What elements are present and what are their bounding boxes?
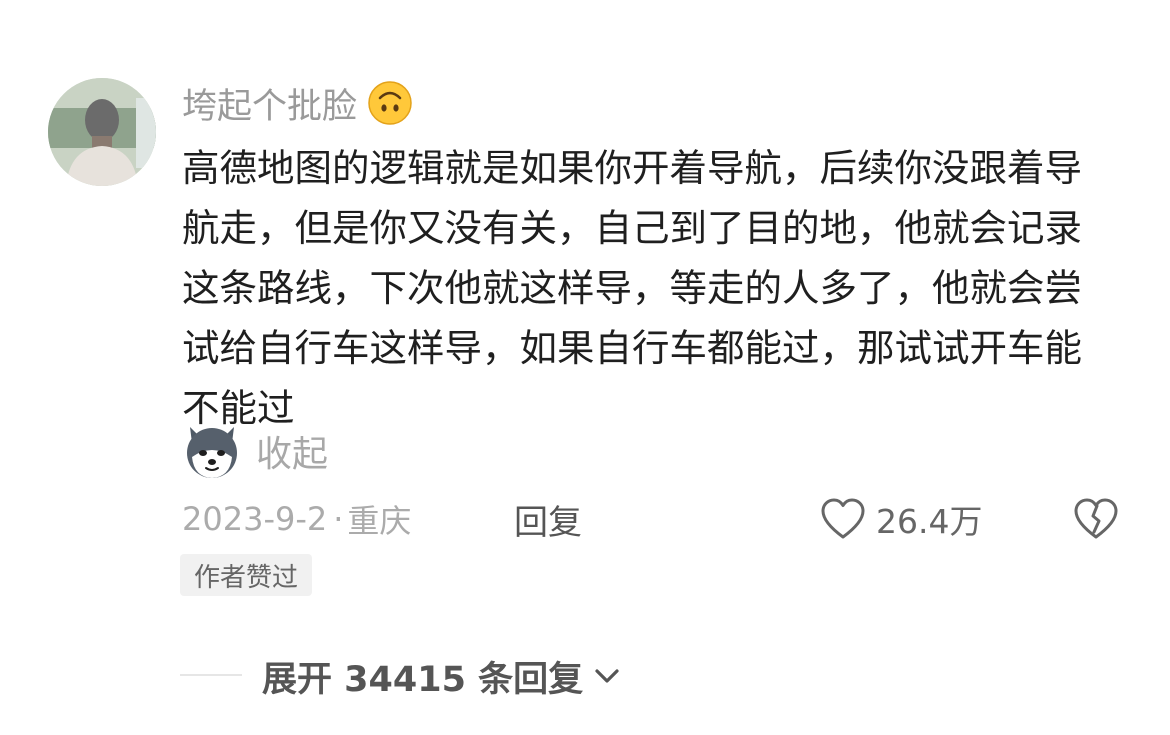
collapse-row[interactable]: 收起	[182, 420, 328, 482]
expand-replies-label: 展开 34415 条回复	[262, 659, 584, 700]
comment-text: 高德地图的逻辑就是如果你开着导航，后续你没跟着导航走，但是你又没有关，自己到了目…	[182, 146, 1082, 430]
avatar-photo	[48, 78, 156, 186]
like-button[interactable]: 26.4万	[820, 494, 982, 544]
chevron-down-icon	[595, 669, 619, 683]
author-liked-badge: 作者赞过	[180, 554, 313, 596]
comment-location: 重庆	[347, 502, 412, 540]
meta-separator: ·	[333, 500, 344, 538]
dislike-button[interactable]	[1072, 496, 1120, 542]
divider	[180, 674, 242, 676]
broken-heart-icon	[1074, 498, 1118, 539]
husky-dog-sticker	[182, 421, 242, 481]
collapse-button[interactable]: 收起	[256, 425, 328, 477]
reply-button[interactable]: 回复	[514, 494, 582, 544]
comment-meta: 2023-9-2 · 重庆	[182, 494, 411, 544]
upside-down-face-icon	[367, 80, 413, 126]
username[interactable]: 垮起个批脸	[182, 78, 357, 129]
like-count: 26.4万	[876, 502, 983, 541]
expand-replies-button[interactable]: 展开 34415 条回复	[262, 648, 623, 704]
avatar[interactable]	[48, 78, 156, 186]
heart-icon	[821, 498, 865, 539]
comment-author[interactable]: 垮起个批脸	[182, 78, 413, 128]
comment-date: 2023-9-2	[182, 500, 328, 538]
